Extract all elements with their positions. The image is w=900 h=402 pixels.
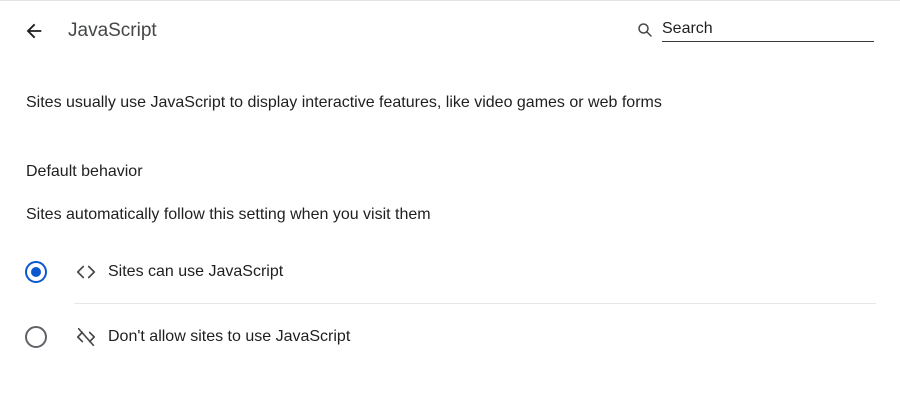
option-block-javascript[interactable]: Don't allow sites to use JavaScript — [0, 307, 900, 365]
option-label: Don't allow sites to use JavaScript — [108, 328, 351, 345]
option-divider — [74, 303, 876, 304]
option-allow-javascript[interactable]: Sites can use JavaScript — [0, 243, 900, 301]
code-icon — [76, 265, 96, 279]
search-icon[interactable] — [636, 21, 654, 39]
radio-allow-javascript[interactable] — [25, 261, 47, 283]
option-label: Sites can use JavaScript — [108, 263, 284, 280]
page-title: JavaScript — [68, 20, 157, 41]
page-header: JavaScript — [0, 0, 900, 62]
code-off-icon — [76, 327, 96, 347]
settings-page: JavaScript Sites usually use JavaScript … — [0, 0, 900, 402]
arrow-back-icon — [26, 23, 42, 39]
search-input[interactable] — [662, 17, 874, 42]
page-description: Sites usually use JavaScript to display … — [26, 94, 662, 111]
section-heading: Default behavior — [26, 163, 143, 180]
radio-block-javascript[interactable] — [25, 326, 47, 348]
section-subtext: Sites automatically follow this setting … — [26, 206, 431, 223]
back-button[interactable] — [20, 17, 48, 45]
